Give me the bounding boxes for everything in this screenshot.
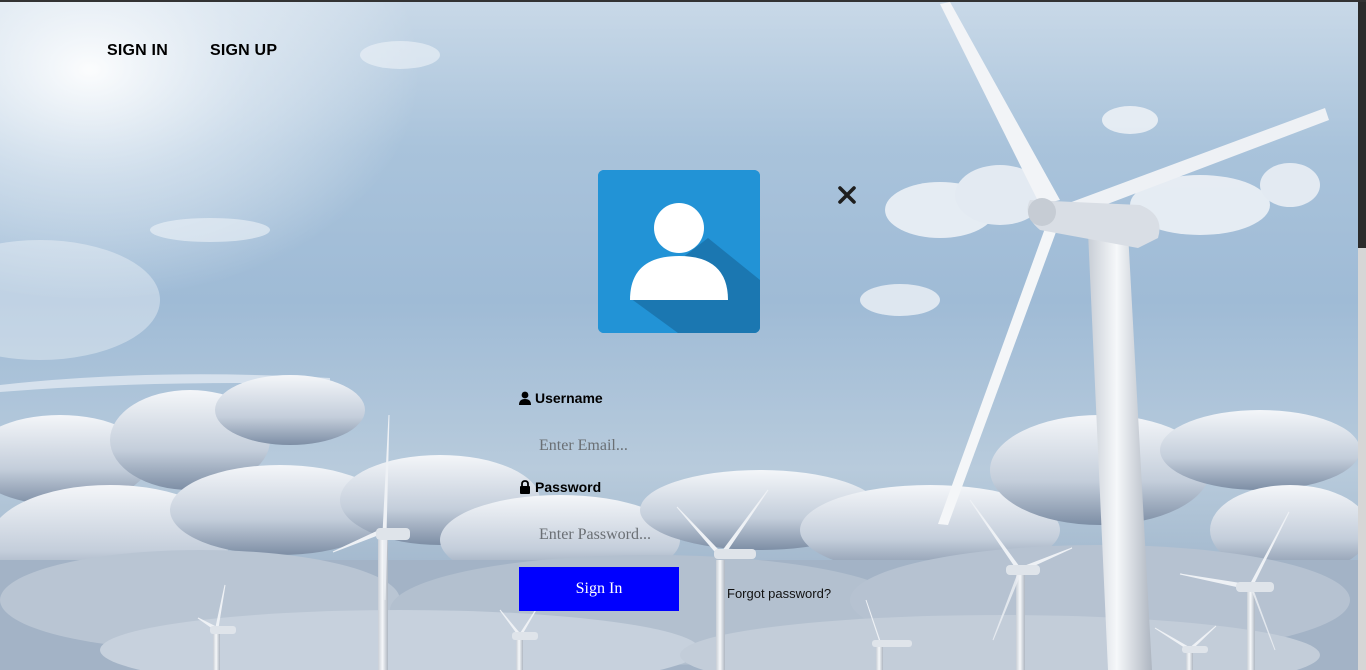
- email-input[interactable]: [519, 428, 819, 464]
- user-icon: [519, 391, 531, 405]
- scrollbar-thumb[interactable]: [1358, 2, 1366, 248]
- lock-icon: [520, 480, 530, 494]
- password-input[interactable]: [519, 517, 819, 553]
- password-label-text: Password: [535, 479, 602, 495]
- nav-sign-up-link[interactable]: SIGN UP: [210, 42, 277, 60]
- password-label: Password: [519, 479, 601, 495]
- username-label: Username: [519, 390, 603, 406]
- forgot-password-link[interactable]: Forgot password?: [727, 586, 831, 601]
- user-avatar-icon: [598, 170, 760, 333]
- close-icon[interactable]: [836, 183, 858, 207]
- top-border: [0, 0, 1366, 2]
- login-page: SIGN IN SIGN UP Username Password Sign I…: [0, 0, 1366, 670]
- wind-turbine-background: [0, 0, 1366, 670]
- nav-sign-in-link[interactable]: SIGN IN: [107, 42, 168, 60]
- sign-in-button[interactable]: Sign In: [519, 567, 679, 611]
- username-label-text: Username: [535, 390, 603, 406]
